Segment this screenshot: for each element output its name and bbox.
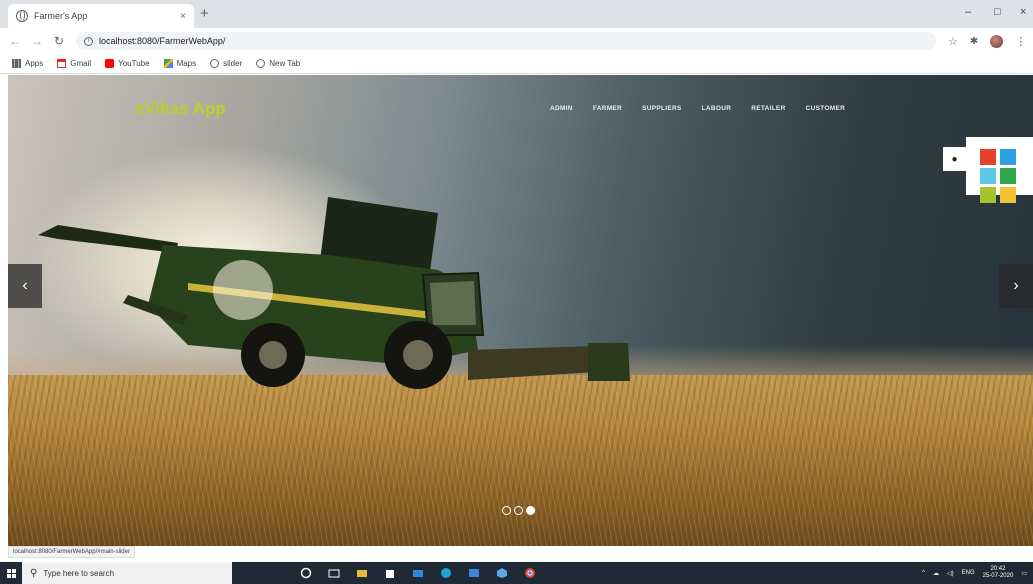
wheat-field [8, 375, 1033, 546]
swatch-blue[interactable] [1000, 149, 1016, 165]
maximize-icon[interactable]: □ [994, 6, 1001, 18]
store-icon[interactable] [384, 567, 396, 579]
search-icon: ⚲ [30, 567, 38, 579]
carousel-dot[interactable] [526, 506, 535, 515]
taskbar-apps [300, 567, 536, 579]
photos-icon[interactable] [468, 567, 480, 579]
mail-icon[interactable] [412, 567, 424, 579]
extensions-icon[interactable]: ✱ [970, 36, 978, 47]
droplet-icon: ● [951, 153, 958, 165]
gmail-icon [57, 59, 67, 68]
browser-tab[interactable]: Farmer's App × [8, 4, 194, 28]
color-swatch-panel [966, 137, 1033, 203]
color-picker-toggle[interactable]: ● [943, 147, 966, 171]
bookmark-label: YouTube [118, 59, 150, 68]
notifications-icon[interactable]: ▭ [1021, 570, 1027, 577]
youtube-icon [105, 59, 115, 68]
tab-title: Farmer's App [34, 11, 88, 21]
clock-time: 20:42 [990, 566, 1006, 572]
bookmark-label: Apps [25, 59, 44, 68]
windows-taskbar: ⚲ Type here to search ^ ☁ ◁) ENG 20:42 2… [0, 562, 1033, 584]
chevron-up-icon[interactable]: ^ [922, 570, 925, 576]
bookmark-label: Maps [176, 59, 197, 68]
carousel-indicators [502, 506, 535, 515]
forward-icon[interactable]: → [30, 34, 44, 48]
network-icon[interactable]: ☁ [933, 570, 939, 577]
clock[interactable]: 20:42 25-07-2020 [983, 566, 1014, 580]
brand-logo[interactable]: eVikas App [135, 99, 226, 119]
bookmark-apps[interactable]: Apps [12, 59, 43, 68]
new-tab-button[interactable]: + [200, 6, 209, 22]
carousel-dot[interactable] [502, 506, 511, 515]
system-tray: ^ ☁ ◁) ENG 20:42 25-07-2020 ▭ [922, 562, 1027, 584]
nav-retailer[interactable]: RETAILER [751, 105, 785, 112]
url-input[interactable]: i localhost:8080/FarmerWebApp/ [76, 32, 936, 50]
hero-slider: eVikas App ADMIN FARMER SUPPLIERS LABOUR… [8, 75, 1033, 546]
task-view-icon[interactable] [328, 567, 340, 579]
bookmark-star-icon[interactable]: ☆ [948, 35, 958, 48]
bookmark-label: Gmail [70, 59, 92, 68]
chevron-left-icon: ‹ [22, 277, 28, 294]
clock-date: 25-07-2020 [982, 573, 1014, 579]
globe-icon [210, 59, 220, 68]
bookmark-maps[interactable]: Maps [163, 59, 197, 68]
close-window-icon[interactable]: × [1020, 6, 1026, 18]
carousel-prev-button[interactable]: ‹ [8, 264, 42, 308]
chrome-icon[interactable] [524, 567, 536, 579]
nav-admin[interactable]: ADMIN [550, 105, 573, 112]
bookmark-gmail[interactable]: Gmail [57, 59, 91, 68]
address-bar: ← → ↻ i localhost:8080/FarmerWebApp/ ☆ ✱… [0, 28, 1033, 54]
volume-icon[interactable]: ◁) [947, 570, 954, 577]
carousel-dot[interactable] [514, 506, 523, 515]
language-indicator[interactable]: ENG [962, 570, 975, 576]
globe-icon [16, 10, 28, 22]
swatch-red[interactable] [980, 149, 996, 165]
swatch-yellow[interactable] [1000, 187, 1016, 203]
nav-labour[interactable]: LABOUR [702, 105, 732, 112]
profile-avatar[interactable] [990, 34, 1004, 48]
bookmark-youtube[interactable]: YouTube [105, 59, 150, 68]
bookmark-slider[interactable]: slider [210, 59, 242, 68]
bookmark-new-tab[interactable]: New Tab [256, 59, 300, 68]
back-icon[interactable]: ← [8, 34, 22, 48]
chevron-right-icon: › [1013, 277, 1019, 294]
url-text: localhost:8080/FarmerWebApp/ [99, 36, 226, 46]
maps-icon [163, 59, 173, 68]
app-icon[interactable] [496, 567, 508, 579]
combine-harvester-image [38, 197, 630, 389]
apps-icon [12, 59, 21, 68]
search-placeholder: Type here to search [43, 568, 115, 578]
start-button[interactable] [0, 562, 22, 584]
info-icon[interactable]: i [84, 36, 93, 46]
minimize-icon[interactable]: – [965, 6, 971, 18]
nav-farmer[interactable]: FARMER [593, 105, 622, 112]
swatch-light-blue[interactable] [980, 168, 996, 184]
globe-icon [256, 59, 266, 68]
taskbar-search[interactable]: ⚲ Type here to search [22, 562, 232, 584]
edge-icon[interactable] [440, 567, 452, 579]
carousel-next-button[interactable]: › [999, 264, 1033, 308]
bookmark-label: slider [223, 59, 243, 68]
swatch-lime[interactable] [980, 187, 996, 203]
reload-icon[interactable]: ↻ [52, 34, 66, 48]
file-explorer-icon[interactable] [356, 567, 368, 579]
status-url: localhost:8080/FarmerWebApp/#main-slider [8, 546, 135, 558]
nav-suppliers[interactable]: SUPPLIERS [642, 105, 682, 112]
close-tab-icon[interactable]: × [180, 11, 186, 22]
swatch-green[interactable] [1000, 168, 1016, 184]
browser-tab-bar: Farmer's App × + – □ × [0, 0, 1033, 28]
main-nav: ADMIN FARMER SUPPLIERS LABOUR RETAILER C… [550, 105, 845, 112]
menu-icon[interactable]: ⋮ [1015, 35, 1026, 48]
nav-customer[interactable]: CUSTOMER [806, 105, 845, 112]
windows-icon [6, 568, 16, 578]
cortana-icon[interactable] [300, 567, 312, 579]
bookmarks-bar: Apps Gmail YouTube Maps slider New Tab [0, 54, 1033, 74]
bookmark-label: New Tab [269, 59, 301, 68]
